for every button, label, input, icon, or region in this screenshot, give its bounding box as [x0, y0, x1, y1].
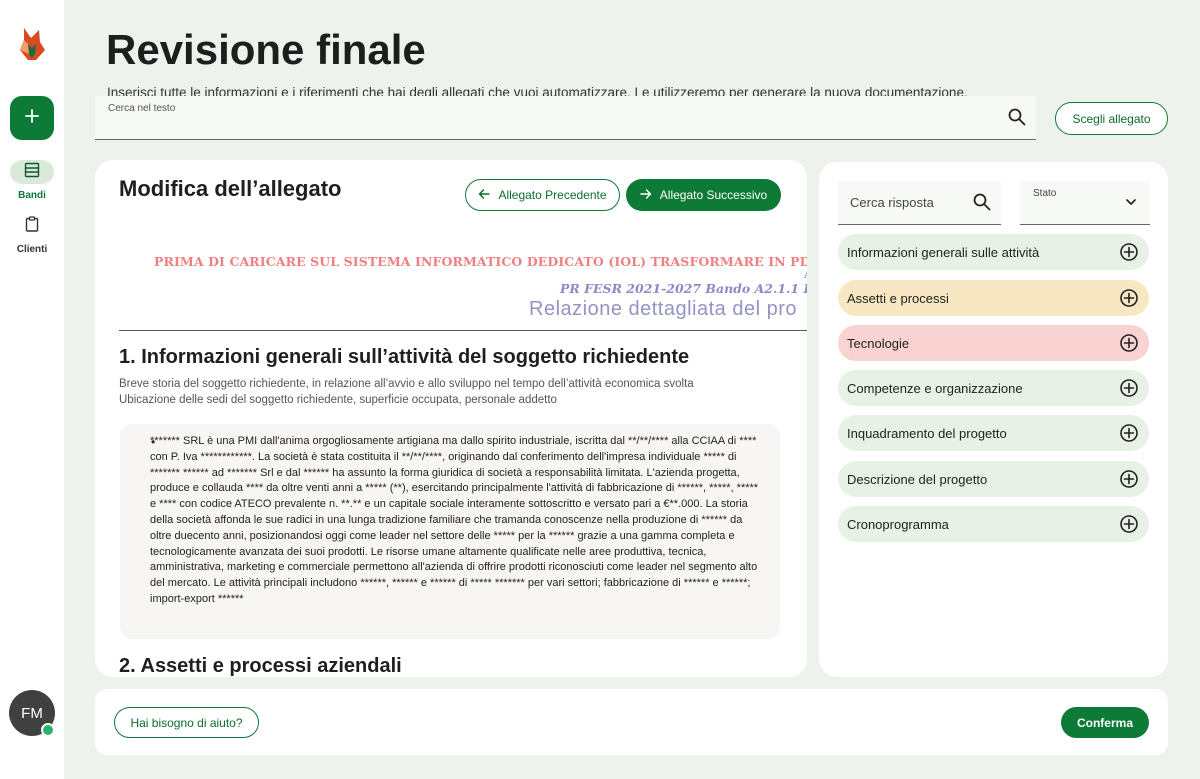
arrow-right-icon: [640, 188, 652, 203]
section-1-subtitle: Breve storia del soggetto richiedente, i…: [119, 376, 694, 408]
document-bando: PR FESR 2021-2027 Bando A2.1.1 DGR 5: [560, 281, 807, 296]
section-1-heading: 1. Informazioni generali sull’attività d…: [119, 346, 690, 368]
confirm-button[interactable]: Conferma: [1061, 707, 1149, 738]
section-item[interactable]: Assetti e processi: [838, 280, 1149, 316]
sidebar: Bandi Clienti FM: [0, 0, 64, 779]
help-button[interactable]: Hai bisogno di aiuto?: [114, 707, 259, 738]
sections-panel: Cerca risposta Stato Informazioni genera…: [819, 162, 1168, 677]
section-item-label: Inquadramento del progetto: [847, 425, 1007, 441]
add-circle-icon[interactable]: [1119, 288, 1139, 311]
bullet: •: [151, 435, 156, 449]
search-input[interactable]: Cerca nel testo: [95, 96, 1036, 140]
search-placeholder: Cerca nel testo: [108, 103, 176, 114]
section-item[interactable]: Informazioni generali sulle attività: [838, 234, 1149, 270]
answer-search-input[interactable]: Cerca risposta: [838, 181, 1001, 225]
list-icon: [24, 162, 40, 183]
help-button-label: Hai bisogno di aiuto?: [130, 715, 243, 730]
search-icon[interactable]: [1008, 108, 1026, 131]
choose-attachment-button[interactable]: Scegli allegato: [1055, 102, 1168, 135]
sidebar-item-bandi[interactable]: Bandi: [0, 160, 64, 201]
add-circle-icon[interactable]: [1119, 242, 1139, 265]
add-button[interactable]: [10, 96, 54, 140]
document-corner-mark: A: [804, 268, 807, 281]
section-item[interactable]: Competenze e organizzazione: [838, 370, 1149, 406]
sidebar-item-label: Clienti: [16, 244, 48, 255]
section-item[interactable]: Tecnologie: [838, 325, 1149, 361]
answer-search-placeholder: Cerca risposta: [850, 195, 934, 210]
online-status-dot: [41, 723, 55, 737]
section-1-sub-line-1: Breve storia del soggetto richiedente, i…: [119, 378, 694, 390]
section-2-heading: 2. Assetti e processi aziendali: [119, 655, 402, 677]
add-circle-icon[interactable]: [1119, 333, 1139, 356]
section-item-label: Assetti e processi: [847, 290, 949, 306]
attachment-editor-card: Modifica dell’allegato Allegato Preceden…: [95, 160, 807, 677]
fox-logo: [18, 26, 46, 64]
sidebar-item-label: Bandi: [18, 190, 46, 201]
plus-icon: [25, 108, 39, 128]
document-divider: [119, 330, 807, 331]
document-warning: PRIMA DI CARICARE SUL SISTEMA INFORMATIC…: [154, 254, 807, 269]
previous-attachment-label: Allegato Precedente: [498, 188, 607, 202]
arrow-left-icon: [478, 188, 491, 203]
confirm-button-label: Conferma: [1076, 715, 1133, 730]
section-item-label: Competenze e organizzazione: [847, 380, 1023, 396]
add-circle-icon[interactable]: [1119, 514, 1139, 537]
choose-attachment-label: Scegli allegato: [1072, 111, 1151, 126]
document-relazione: Relazione dettagliata del pro: [529, 298, 798, 320]
answer-editor[interactable]: • ******* SRL è una PMI dall'anima orgog…: [120, 424, 780, 639]
sidebar-item-clienti[interactable]: Clienti: [0, 214, 64, 255]
clipboard-icon: [25, 215, 39, 237]
section-item-label: Tecnologie: [847, 335, 910, 351]
card-title: Modifica dell’allegato: [119, 176, 342, 201]
next-attachment-label: Allegato Successivo: [659, 188, 768, 202]
status-select[interactable]: Stato: [1020, 181, 1150, 225]
add-circle-icon[interactable]: [1119, 469, 1139, 492]
section-item[interactable]: Cronoprogramma: [838, 506, 1149, 542]
status-label: Stato: [1033, 188, 1057, 199]
section-item-label: Descrizione del progetto: [847, 471, 988, 487]
section-item-label: Cronoprogramma: [847, 516, 949, 532]
footer-bar: Hai bisogno di aiuto? Conferma: [95, 689, 1168, 755]
answer-text[interactable]: ******* SRL è una PMI dall'anima orgogli…: [150, 434, 764, 608]
add-circle-icon[interactable]: [1119, 378, 1139, 401]
chevron-down-icon: [1124, 195, 1138, 214]
page-title: Revisione finale: [106, 26, 426, 73]
next-attachment-button[interactable]: Allegato Successivo: [626, 179, 781, 211]
search-icon[interactable]: [973, 193, 991, 216]
section-item-label: Informazioni generali sulle attività: [847, 244, 1040, 260]
section-1-sub-line-2: Ubicazione delle sedi del soggetto richi…: [119, 394, 557, 406]
add-circle-icon[interactable]: [1119, 423, 1139, 446]
section-item[interactable]: Descrizione del progetto: [838, 461, 1149, 497]
section-item[interactable]: Inquadramento del progetto: [838, 415, 1149, 451]
previous-attachment-button[interactable]: Allegato Precedente: [465, 179, 620, 211]
